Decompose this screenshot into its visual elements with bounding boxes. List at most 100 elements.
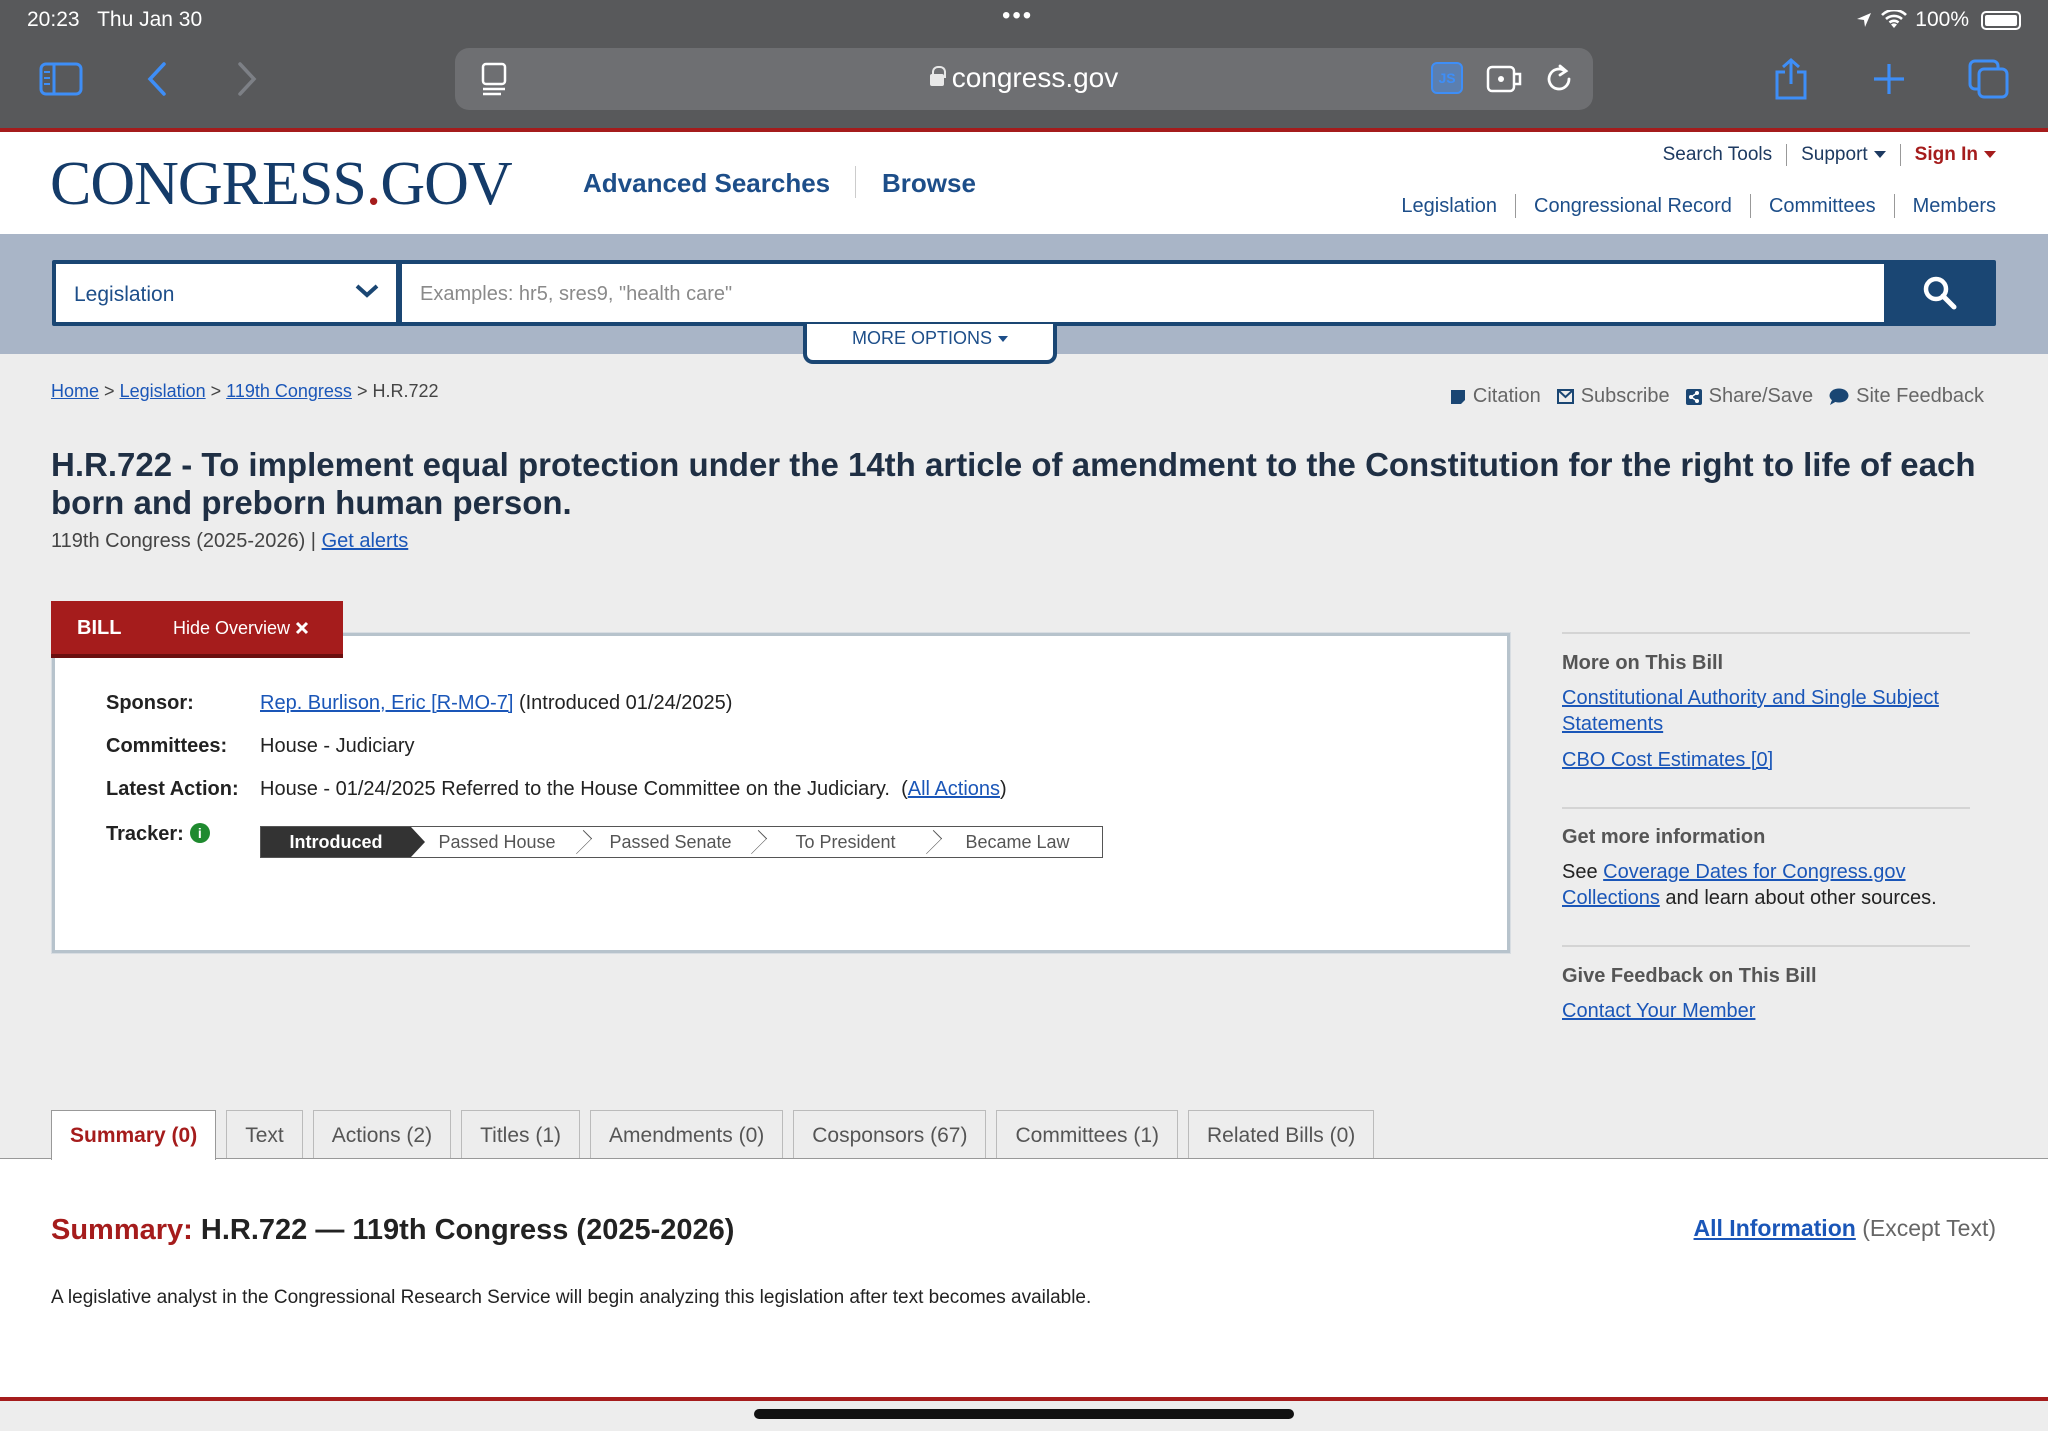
logo-main: CONGRESS xyxy=(50,150,367,218)
congress-gov-logo[interactable]: CONGRESS.GOV xyxy=(50,149,513,220)
caret-down-icon xyxy=(1873,151,1886,158)
section-members[interactable]: Members xyxy=(1895,195,1996,218)
cbo-cost-estimates-link[interactable]: CBO Cost Estimates [0] xyxy=(1562,749,1773,771)
extension-icon[interactable] xyxy=(1485,62,1523,96)
javascript-toggle-icon[interactable]: JS xyxy=(1431,62,1463,94)
utility-links: Search Tools Support Sign In xyxy=(1649,144,1996,166)
citation-label: Citation xyxy=(1472,385,1541,407)
tab-summary[interactable]: Summary (0) xyxy=(51,1110,217,1160)
breadcrumb-home[interactable]: Home xyxy=(51,381,99,401)
breadcrumb-current: H.R.722 xyxy=(372,381,439,401)
site-header: CONGRESS.GOV Advanced Searches Browse Se… xyxy=(0,132,2048,234)
tracker-step-became-law: Became Law xyxy=(965,831,1070,852)
citation-button[interactable]: Citation xyxy=(1450,385,1541,408)
tab-related-bills[interactable]: Related Bills (0) xyxy=(1188,1110,1375,1158)
more-info-section: Get more information See Coverage Dates … xyxy=(1562,826,1970,911)
side-divider xyxy=(1562,945,1970,947)
more-options-button[interactable]: MORE OPTIONS xyxy=(803,324,1057,364)
reload-icon[interactable] xyxy=(1543,62,1575,96)
support-label: Support xyxy=(1801,144,1868,165)
info-pre: See xyxy=(1562,861,1598,883)
tab-titles[interactable]: Titles (1) xyxy=(461,1110,581,1158)
date-text: Thu Jan 30 xyxy=(97,8,203,31)
url-text: congress.gov xyxy=(951,62,1119,93)
search-button[interactable] xyxy=(1884,260,1996,326)
site-feedback-button[interactable]: Site Feedback xyxy=(1829,385,1984,408)
share-save-label: Share/Save xyxy=(1708,385,1814,407)
url-display[interactable]: congress.gov xyxy=(455,62,1593,94)
summary-heading-text: H.R.722 — 119th Congress (2025-2026) xyxy=(200,1214,735,1246)
tab-actions[interactable]: Actions (2) xyxy=(312,1110,452,1158)
sign-in-menu[interactable]: Sign In xyxy=(1901,144,1996,166)
search-input[interactable]: Examples: hr5, sres9, "health care" xyxy=(402,264,1884,322)
summary-text: A legislative analyst in the Congression… xyxy=(51,1287,1092,1308)
tab-overview-icon[interactable] xyxy=(1964,56,2014,102)
support-menu[interactable]: Support xyxy=(1787,144,1900,166)
forward-icon[interactable] xyxy=(222,56,272,102)
section-legislation[interactable]: Legislation xyxy=(1383,195,1515,218)
latest-action-value: House - 01/24/2025 Referred to the House… xyxy=(260,778,1007,800)
breadcrumb-legislation[interactable]: Legislation xyxy=(120,381,206,401)
citation-icon xyxy=(1450,389,1465,404)
collection-value: Legislation xyxy=(74,283,175,306)
tracker-label-text: Tracker: xyxy=(106,823,184,845)
latest-action-label: Latest Action: xyxy=(106,778,239,800)
tab-committees[interactable]: Committees (1) xyxy=(996,1110,1179,1158)
search-icon xyxy=(1923,276,1957,310)
side-divider xyxy=(1562,632,1970,634)
congress-info: 119th Congress (2025-2026) | Get alerts xyxy=(51,530,408,553)
logo-tail: GOV xyxy=(380,150,512,218)
subscribe-button[interactable]: Subscribe xyxy=(1556,385,1670,408)
search-tools-link[interactable]: Search Tools xyxy=(1649,144,1787,166)
step-label: Passed Senate xyxy=(609,831,732,852)
committees-label: Committees: xyxy=(106,735,228,757)
info-icon[interactable]: i xyxy=(189,823,210,843)
battery-icon xyxy=(1981,10,2021,30)
hide-overview-button[interactable]: Hide Overview xyxy=(173,618,309,639)
bill-tab: BILL Hide Overview xyxy=(51,601,343,658)
browser-chrome: 20:23 Thu Jan 30 ••• 100% congress.gov J… xyxy=(0,0,2048,128)
latest-action-text: House - 01/24/2025 Referred to the House… xyxy=(260,778,890,800)
share-save-button[interactable]: Share/Save xyxy=(1685,385,1814,408)
nav-advanced-searches[interactable]: Advanced Searches xyxy=(583,168,830,199)
breadcrumb-congress[interactable]: 119th Congress xyxy=(226,381,352,401)
share-icon[interactable] xyxy=(1766,56,1816,102)
share-icon xyxy=(1685,388,1702,405)
multitask-dots-icon[interactable]: ••• xyxy=(1002,2,1033,30)
tab-amendments[interactable]: Amendments (0) xyxy=(590,1110,784,1158)
section-links: Legislation Congressional Record Committ… xyxy=(1383,194,1996,218)
contact-member-link[interactable]: Contact Your Member xyxy=(1562,1000,1755,1022)
nav-browse[interactable]: Browse xyxy=(882,168,976,199)
constitutional-authority-link[interactable]: Constitutional Authority and Single Subj… xyxy=(1562,687,1939,735)
home-indicator[interactable] xyxy=(754,1409,1294,1419)
more-info-text: See Coverage Dates for Congress.gov Coll… xyxy=(1562,859,1970,911)
more-on-bill-section: More on This Bill Constitutional Authori… xyxy=(1562,652,1970,773)
back-icon[interactable] xyxy=(132,56,182,102)
breadcrumb-sep: > xyxy=(104,381,115,401)
bill-tabs: Summary (0) Text Actions (2) Titles (1) … xyxy=(51,1110,1375,1160)
all-information-link[interactable]: All Information xyxy=(1694,1215,1856,1241)
collection-select[interactable]: Legislation xyxy=(56,264,396,322)
subscribe-label: Subscribe xyxy=(1580,385,1670,407)
tracker-step-introduced: Introduced xyxy=(261,827,425,857)
new-tab-icon[interactable] xyxy=(1864,56,1914,102)
envelope-icon xyxy=(1556,389,1574,404)
tab-cosponsors[interactable]: Cosponsors (67) xyxy=(793,1110,987,1158)
tracker-label: Tracker: i xyxy=(106,823,210,846)
get-alerts-link[interactable]: Get alerts xyxy=(322,530,409,552)
section-congressional-record[interactable]: Congressional Record xyxy=(1516,195,1750,218)
sponsor-intro-date: (Introduced 01/24/2025) xyxy=(518,692,733,714)
logo-dot: . xyxy=(365,150,381,218)
sidebar-toggle-icon[interactable] xyxy=(36,56,86,102)
tab-text[interactable]: Text xyxy=(226,1110,303,1158)
all-actions-link[interactable]: All Actions xyxy=(908,778,1000,800)
section-committees[interactable]: Committees xyxy=(1751,195,1894,218)
feedback-heading: Give Feedback on This Bill xyxy=(1562,965,1817,987)
more-info-heading: Get more information xyxy=(1562,826,1766,848)
all-information-note: (Except Text) xyxy=(1862,1215,1996,1241)
breadcrumb-sep: > xyxy=(210,381,222,401)
address-bar[interactable]: congress.gov JS xyxy=(455,48,1593,110)
committees-value: House - Judiciary xyxy=(260,735,415,757)
sponsor-link[interactable]: Rep. Burlison, Eric [R-MO-7] xyxy=(260,692,513,714)
wifi-icon xyxy=(1881,10,1908,28)
